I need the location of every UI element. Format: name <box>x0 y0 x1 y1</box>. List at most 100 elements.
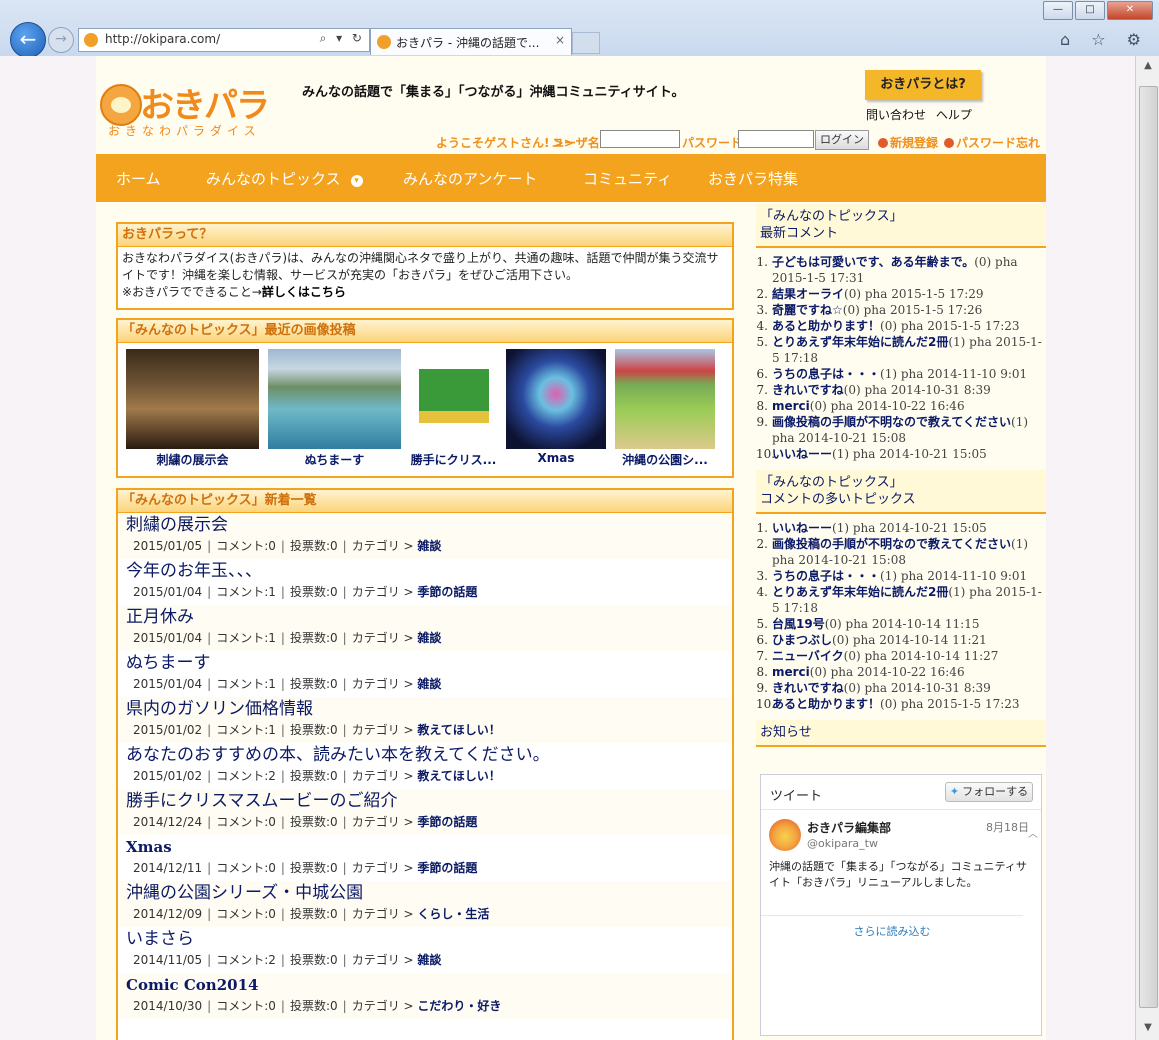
gallery-item[interactable]: 沖縄の公園シ... <box>615 349 715 468</box>
forward-button[interactable]: → <box>48 27 74 53</box>
close-window-button[interactable]: ✕ <box>1107 1 1153 20</box>
tweet-date[interactable]: 8月18日 <box>986 819 1029 835</box>
gallery-caption[interactable]: ぬちまーす <box>268 451 401 468</box>
scroll-down-icon[interactable]: ▼ <box>1141 1022 1155 1034</box>
list-item-title[interactable]: 画像投稿の手順が不明なので教えてください <box>772 537 1011 551</box>
gallery-thumbnail[interactable] <box>126 349 259 449</box>
follow-button[interactable]: ✦ フォローする <box>945 782 1033 802</box>
list-item-title[interactable]: 奇麗ですね☆ <box>772 303 843 317</box>
gallery-caption[interactable]: 勝手にクリス... <box>410 451 497 468</box>
tab-close-icon[interactable]: × <box>555 33 565 47</box>
scroll-up-icon[interactable]: ▲ <box>1141 60 1155 72</box>
username-field[interactable] <box>600 130 680 148</box>
password-field[interactable] <box>738 130 814 148</box>
list-item-title[interactable]: うちの息子は・・・ <box>772 367 880 381</box>
list-item-title[interactable]: きれいですね <box>772 681 844 695</box>
address-url[interactable]: http://okipara.com/ <box>105 32 220 46</box>
nav-home[interactable]: ホーム <box>116 168 161 189</box>
topic-title[interactable]: いまさら <box>126 927 732 951</box>
gallery-item[interactable]: 勝手にクリス... <box>410 349 497 468</box>
list-item-title[interactable]: merci <box>772 665 810 679</box>
login-button[interactable]: ログイン <box>815 130 869 150</box>
site-logo[interactable]: おきパラ おきなわパラダイス <box>100 78 270 138</box>
topic-title[interactable]: Xmas <box>126 835 732 859</box>
meta-separator: | <box>280 907 285 921</box>
widget-scroll-up-icon[interactable]: ︿ <box>1027 825 1039 915</box>
maximize-button[interactable]: □ <box>1075 1 1105 20</box>
gallery-thumbnail[interactable] <box>615 349 715 449</box>
about-button[interactable]: おきパラとは? <box>865 70 981 100</box>
topic-category-link[interactable]: 教えてほしい！ <box>417 723 500 737</box>
load-more-link[interactable]: さらに読み込む <box>761 915 1023 950</box>
address-tools[interactable]: ⌕ ▾ ↻ <box>320 31 365 46</box>
intro-more-link[interactable]: 詳しくはこちら <box>262 285 346 299</box>
contact-link[interactable]: 問い合わせ <box>866 108 926 122</box>
topic-category-link[interactable]: 雑談 <box>417 631 441 645</box>
gallery-item[interactable]: 刺繍の展示会 <box>126 349 259 468</box>
nav-survey[interactable]: みんなのアンケート <box>403 168 537 189</box>
topic-vote-count: 0 <box>330 769 338 783</box>
topic-title[interactable]: 今年のお年玉、、、 <box>126 559 732 583</box>
gallery-caption[interactable]: Xmas <box>506 451 606 465</box>
list-item-title[interactable]: 画像投稿の手順が不明なので教えてください <box>772 415 1011 429</box>
list-item-title[interactable]: ニューバイク <box>772 649 844 663</box>
list-item-title[interactable]: うちの息子は・・・ <box>772 569 880 583</box>
topic-category-link[interactable]: 雑談 <box>417 953 441 967</box>
topic-category-link[interactable]: 季節の話題 <box>417 861 477 875</box>
list-item-title[interactable]: 結果オーライ <box>772 287 844 301</box>
gallery-item[interactable]: Xmas <box>506 349 606 468</box>
topic-title[interactable]: 刺繍の展示会 <box>126 513 732 537</box>
topic-title[interactable]: Comic Con2014 <box>126 973 732 997</box>
list-item-title[interactable]: いいねーー <box>772 447 832 461</box>
help-link[interactable]: ヘルプ <box>936 108 972 122</box>
tweet-handle[interactable]: @okipara_tw <box>807 837 878 850</box>
topic-title[interactable]: 正月休み <box>126 605 732 629</box>
avatar[interactable] <box>769 819 801 851</box>
back-button[interactable]: ← <box>10 22 46 58</box>
topic-title[interactable]: あなたのおすすめの本、読みたい本を教えてください。 <box>126 743 732 767</box>
gallery-caption[interactable]: 沖縄の公園シ... <box>615 451 715 468</box>
topic-category-link[interactable]: 雑談 <box>417 677 441 691</box>
scrollbar-thumb[interactable] <box>1139 86 1158 1008</box>
list-item-title[interactable]: とりあえず年末年始に読んだ2冊 <box>772 585 948 599</box>
list-item-title[interactable]: あると助かります！ <box>772 319 880 333</box>
register-link[interactable]: 新規登録 <box>878 134 938 151</box>
page-scrollbar[interactable]: ▲ ▼ <box>1135 56 1159 1040</box>
list-item-title[interactable]: とりあえず年末年始に読んだ2冊 <box>772 335 948 349</box>
topic-category-link[interactable]: 教えてほしい！ <box>417 769 500 783</box>
topic-category-link[interactable]: くらし・生活 <box>417 907 489 921</box>
chevron-down-icon[interactable]: ▾ <box>350 175 363 187</box>
forgot-password-link[interactable]: パスワード忘れ <box>944 134 1040 151</box>
topic-title[interactable]: ぬちまーす <box>126 651 732 675</box>
topic-category-link[interactable]: 季節の話題 <box>417 585 477 599</box>
minimize-button[interactable]: — <box>1043 1 1073 20</box>
topic-category-link[interactable]: 雑談 <box>417 539 441 553</box>
gallery-thumbnail[interactable] <box>268 349 401 449</box>
topic-title[interactable]: 県内のガソリン価格情報 <box>126 697 732 721</box>
topic-category-link[interactable]: こだわり・好き <box>417 999 501 1013</box>
gallery-thumbnail[interactable] <box>418 349 489 449</box>
topic-title[interactable]: 勝手にクリスマスムービーのご紹介 <box>126 789 732 813</box>
topic-title[interactable]: 沖縄の公園シリーズ・中城公園 <box>126 881 732 905</box>
nav-topics[interactable]: みんなのトピックス ▾ <box>206 168 363 189</box>
gallery-caption[interactable]: 刺繍の展示会 <box>126 451 259 468</box>
nav-features[interactable]: おきパラ特集 <box>708 168 798 189</box>
gallery-thumbnail[interactable] <box>506 349 606 449</box>
meta-separator: | <box>280 723 285 737</box>
nav-community[interactable]: コミュニティ <box>583 168 672 189</box>
gallery-item[interactable]: ぬちまーす <box>268 349 401 468</box>
list-item-title[interactable]: ひまつぶし <box>772 633 832 647</box>
topic-category-link[interactable]: 季節の話題 <box>417 815 477 829</box>
toolbar-icons[interactable]: ⌂ ☆ ⚙ <box>1060 30 1149 49</box>
new-tab-button[interactable] <box>572 32 600 54</box>
browser-tab[interactable]: おきパラ - 沖縄の話題で... × <box>370 28 572 55</box>
address-bar[interactable]: http://okipara.com/ ⌕ ▾ ↻ <box>78 28 370 52</box>
list-number: 8. <box>756 665 768 679</box>
list-item-title[interactable]: merci <box>772 399 810 413</box>
list-item-title[interactable]: いいねーー <box>772 521 832 535</box>
list-item-title[interactable]: 子どもは可愛いです、ある年齢まで。 <box>772 255 974 269</box>
list-item-title[interactable]: あると助かります！ <box>772 697 880 711</box>
list-item-title[interactable]: きれいですね <box>772 383 844 397</box>
list-item-title[interactable]: 台風19号 <box>772 617 825 631</box>
tweet-account-name[interactable]: おきパラ編集部 <box>807 819 891 836</box>
